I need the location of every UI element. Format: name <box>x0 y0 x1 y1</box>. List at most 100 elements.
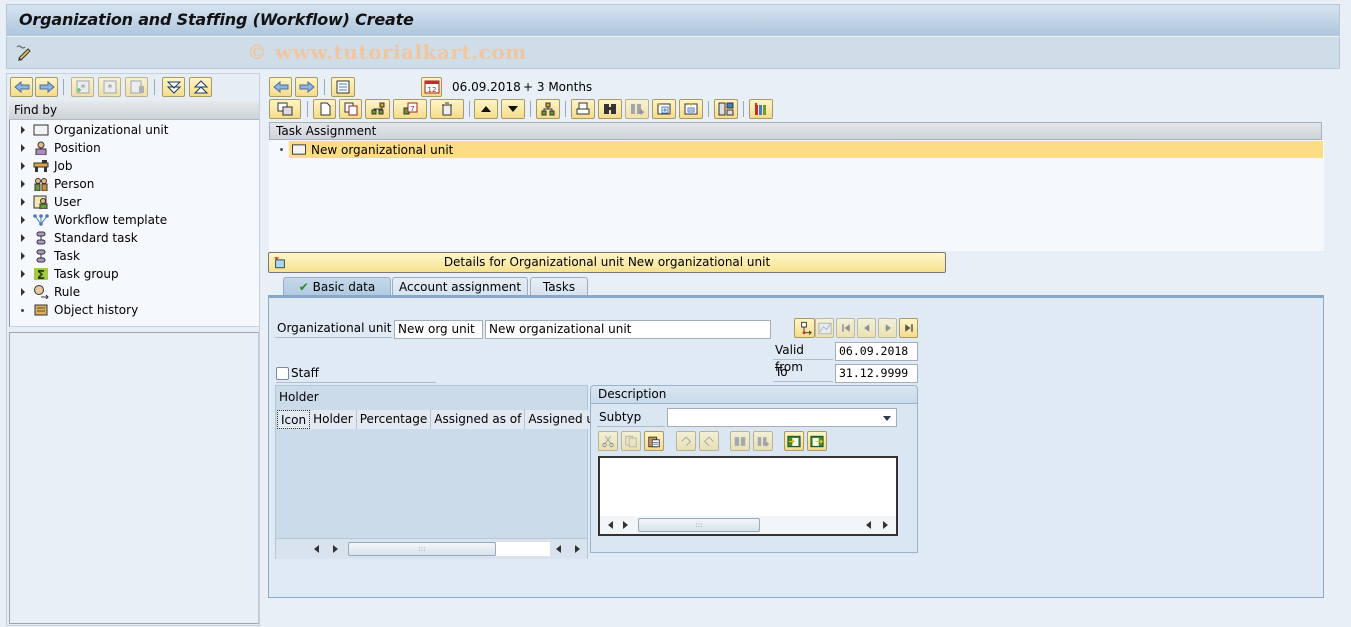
chevron-down-icon[interactable] <box>883 416 891 421</box>
expand-arrow-icon[interactable] <box>21 162 25 170</box>
graph-button[interactable] <box>815 318 834 338</box>
description-text-editor[interactable]: ::: <box>598 456 898 536</box>
delete-menu-button[interactable] <box>430 99 464 119</box>
find-next-text-button[interactable] <box>753 431 773 451</box>
expand-arrow-icon[interactable] <box>21 126 25 134</box>
scroll-left-icon[interactable] <box>608 521 613 529</box>
valid-from-input[interactable]: 06.09.2018 <box>835 342 918 361</box>
copy-text-button[interactable] <box>621 431 641 451</box>
expand-arrow-icon[interactable] <box>21 144 25 152</box>
expand-all-button[interactable] <box>162 77 185 97</box>
scroll-left-icon[interactable] <box>314 545 319 553</box>
org-unit-long-input[interactable]: New organizational unit <box>485 320 771 339</box>
previous-page-button[interactable] <box>857 318 876 338</box>
scroll-right-icon[interactable] <box>623 521 628 529</box>
tree-item-user[interactable]: User <box>10 193 81 211</box>
redo-button[interactable] <box>699 431 719 451</box>
assign-button[interactable] <box>365 99 390 119</box>
expand-arrow-icon[interactable] <box>21 252 25 260</box>
scrollbar-thumb[interactable]: ::: <box>348 542 496 556</box>
tree-item-object-history[interactable]: Object history <box>10 301 138 319</box>
tree-item-task-group[interactable]: Σ Task group <box>10 265 119 283</box>
details-filter-icon[interactable] <box>273 256 287 269</box>
binoculars-plus-icon <box>631 104 644 115</box>
expand-arrow-icon[interactable] <box>21 288 25 296</box>
expand-arrow-icon[interactable] <box>21 270 25 278</box>
create-object-menu-button[interactable] <box>269 99 301 119</box>
layout-button[interactable] <box>714 99 738 119</box>
move-down-button[interactable] <box>501 99 525 119</box>
tab-account-assignment[interactable]: Account assignment <box>392 277 528 296</box>
tree-item-position[interactable]: Position <box>10 139 101 157</box>
period-label: + 3 Months <box>523 80 593 94</box>
printer-icon <box>576 102 590 115</box>
create-search-button[interactable]: * <box>71 77 94 97</box>
scroll-right-icon[interactable] <box>333 545 338 553</box>
find-text-button[interactable] <box>730 431 750 451</box>
last-page-button[interactable] <box>899 318 918 338</box>
main-forward-button[interactable] <box>295 77 318 97</box>
editor-horizontal-scrollbar[interactable]: ::: <box>600 516 896 534</box>
new-button[interactable] <box>313 99 336 119</box>
scroll-right-icon[interactable] <box>575 545 580 553</box>
scroll-right-icon[interactable] <box>883 521 888 529</box>
print-button[interactable] <box>571 99 595 119</box>
tree-item-task[interactable]: Task <box>10 247 80 265</box>
move-up-button[interactable] <box>474 99 498 119</box>
undo-button[interactable] <box>676 431 696 451</box>
overview-button[interactable] <box>331 77 355 97</box>
to-date-input[interactable]: 31.12.9999 <box>835 364 918 383</box>
collapse-all-button[interactable] <box>189 77 212 97</box>
scrollbar-thumb[interactable]: ::: <box>638 518 760 532</box>
tree-item-standard-task[interactable]: Standard task <box>10 229 138 247</box>
staff-checkbox[interactable] <box>276 366 289 380</box>
date-period-button[interactable]: 12 <box>421 77 442 97</box>
task-row-selected[interactable]: New organizational unit <box>289 141 1323 158</box>
delete-search-button[interactable] <box>125 77 148 97</box>
import-text-button[interactable] <box>784 431 804 451</box>
back-button[interactable] <box>10 77 33 97</box>
subtyp-dropdown[interactable] <box>667 408 897 427</box>
expand-arrow-icon[interactable] <box>21 234 25 242</box>
tree-item-workflow-template[interactable]: Workflow template <box>10 211 167 229</box>
scroll-left-icon[interactable] <box>866 521 871 529</box>
next-page-button[interactable] <box>878 318 897 338</box>
tab-basic-data[interactable]: ✔ Basic data <box>283 277 391 296</box>
expand-arrow-icon[interactable] <box>21 216 25 224</box>
holder-horizontal-scrollbar[interactable]: ::: <box>276 538 587 559</box>
structure-button[interactable] <box>536 99 560 119</box>
tree-item-person[interactable]: Person <box>10 175 94 193</box>
forward-button[interactable] <box>35 77 58 97</box>
org-unit-short-input[interactable]: New org unit <box>394 320 483 339</box>
column-header-assigned-as-of[interactable]: Assigned as of <box>431 410 526 429</box>
search-button[interactable]: * <box>98 77 121 97</box>
leaf-bullet-icon <box>280 148 283 151</box>
expand-arrow-icon[interactable] <box>21 180 25 188</box>
expand-arrow-icon[interactable] <box>21 198 25 206</box>
tree-item-rule[interactable]: Rule <box>10 283 80 301</box>
paste-button[interactable] <box>644 431 664 451</box>
tab-tasks[interactable]: Tasks <box>530 277 588 296</box>
find-next-button[interactable] <box>625 99 649 119</box>
edit-pencil-icon[interactable] <box>15 44 33 62</box>
column-header-percentage[interactable]: Percentage <box>356 410 432 429</box>
scroll-left-icon[interactable] <box>556 545 561 553</box>
main-back-button[interactable] <box>269 77 292 97</box>
column-header-icon[interactable]: Icon <box>277 410 311 429</box>
watermark: © www.tutorialkart.com <box>247 40 527 64</box>
first-page-button[interactable] <box>836 318 855 338</box>
delimit-menu-button[interactable]: 7 <box>393 99 427 119</box>
cut-button[interactable] <box>598 431 618 451</box>
tree-item-job[interactable]: Job <box>10 157 73 175</box>
export-text-button[interactable] <box>807 431 827 451</box>
relationship-button[interactable] <box>794 318 815 338</box>
find-button[interactable] <box>598 99 622 119</box>
copy-button[interactable] <box>339 99 362 119</box>
valid-from-label: Valid from <box>773 342 833 374</box>
collapse-node-button[interactable] <box>679 99 703 119</box>
tree-item-organizational-unit[interactable]: Organizational unit <box>10 121 168 139</box>
tree-item-label: Person <box>54 177 95 191</box>
column-config-button[interactable] <box>749 99 773 119</box>
expand-node-button[interactable] <box>652 99 676 119</box>
column-header-holder[interactable]: Holder <box>310 410 357 429</box>
